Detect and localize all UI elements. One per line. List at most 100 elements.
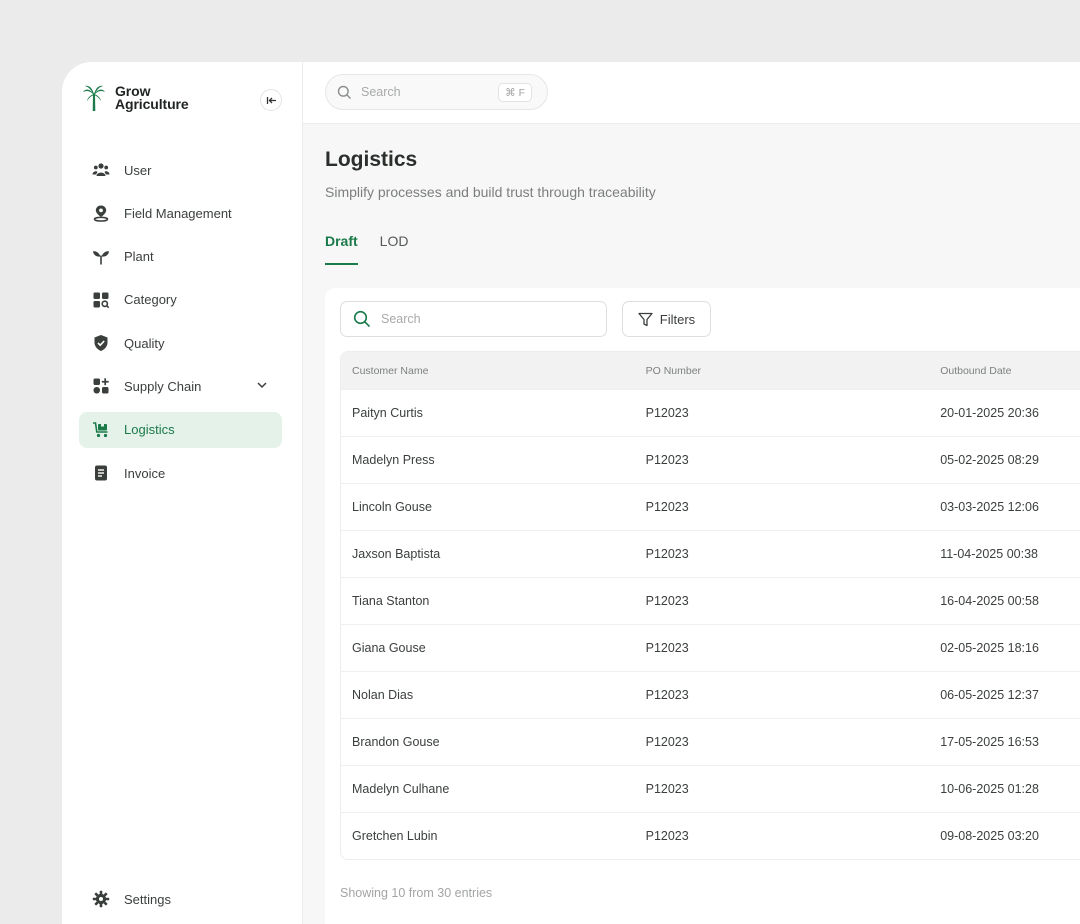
document-icon: [92, 464, 110, 482]
cell-outbound-date: 05-02-2025 08:29: [940, 453, 1039, 467]
cell-customer-name: Paityn Curtis: [352, 406, 423, 420]
table-header: Customer Name PO Number Outbound Date: [341, 352, 1080, 389]
sidebar-item-supply-chain[interactable]: Supply Chain: [79, 368, 282, 404]
gear-icon: [92, 890, 110, 908]
sprout-icon: [92, 248, 110, 266]
brand[interactable]: Grow Agriculture: [82, 84, 189, 112]
sidebar-item-label: Invoice: [124, 465, 166, 481]
collapse-sidebar-button[interactable]: [260, 89, 282, 111]
sidebar-item-invoice[interactable]: Invoice: [79, 455, 282, 491]
sidebar-item-plant[interactable]: Plant: [79, 239, 282, 275]
sidebar-item-user[interactable]: User: [79, 152, 282, 188]
cell-customer-name: Madelyn Culhane: [352, 782, 450, 796]
table-row[interactable]: Lincoln Gouse P12023 03-03-2025 12:06: [341, 483, 1080, 530]
cell-customer-name: Jaxson Baptista: [352, 547, 441, 561]
cell-customer-name: Tiana Stanton: [352, 594, 430, 608]
filters-button[interactable]: Filters: [622, 301, 711, 337]
table-row[interactable]: Gretchen Lubin P12023 09-08-2025 03:20: [341, 812, 1080, 859]
cell-outbound-date: 09-08-2025 03:20: [940, 829, 1039, 843]
search-icon: [353, 310, 371, 328]
cell-po-number: P12023: [645, 782, 689, 796]
category-grid-icon: [92, 291, 110, 309]
cell-customer-name: Lincoln Gouse: [352, 500, 432, 514]
sidebar-item-logistics[interactable]: Logistics: [79, 411, 282, 448]
filter-funnel-icon: [638, 312, 653, 327]
cell-po-number: P12023: [645, 594, 689, 608]
column-header-customer-name[interactable]: Customer Name: [341, 365, 636, 377]
table-row[interactable]: Jaxson Baptista P12023 11-04-2025 00:38: [341, 530, 1080, 577]
table-search-input[interactable]: Search: [340, 301, 607, 337]
column-header-po-number[interactable]: PO Number: [636, 365, 931, 377]
cell-po-number: P12023: [645, 453, 689, 467]
shield-check-icon: [92, 334, 110, 352]
entries-count-text: Showing 10 from 30 entries: [340, 886, 493, 900]
palm-tree-logo-icon: [83, 85, 105, 111]
table-row[interactable]: Madelyn Culhane P12023 10-06-2025 01:28: [341, 765, 1080, 812]
cell-po-number: P12023: [645, 735, 689, 749]
column-header-outbound-date[interactable]: Outbound Date: [930, 365, 1080, 377]
cell-outbound-date: 17-05-2025 16:53: [940, 735, 1039, 749]
search-shortcut-badge: ⌘ F: [498, 83, 532, 102]
cell-outbound-date: 10-06-2025 01:28: [940, 782, 1039, 796]
table-row[interactable]: Brandon Gouse P12023 17-05-2025 16:53: [341, 718, 1080, 765]
cell-customer-name: Gretchen Lubin: [352, 829, 438, 843]
brand-name-line2: Agriculture: [115, 96, 189, 112]
sidebar: Grow Agriculture User Field Management P…: [62, 62, 303, 924]
users-icon: [92, 161, 110, 179]
app-window: Grow Agriculture User Field Management P…: [62, 62, 1080, 924]
cell-po-number: P12023: [645, 829, 689, 843]
cart-icon: [92, 421, 110, 439]
cell-customer-name: Madelyn Press: [352, 453, 435, 467]
cell-outbound-date: 16-04-2025 00:58: [940, 594, 1039, 608]
table-row[interactable]: Paityn Curtis P12023 20-01-2025 20:36: [341, 389, 1080, 436]
tab-bar: Draft LOD: [325, 233, 430, 265]
cell-po-number: P12023: [645, 547, 689, 561]
cell-outbound-date: 20-01-2025 20:36: [940, 406, 1039, 420]
cell-outbound-date: 03-03-2025 12:06: [940, 500, 1039, 514]
cell-customer-name: Giana Gouse: [352, 641, 426, 655]
sidebar-item-label: Logistics: [124, 422, 175, 438]
page-title: Logistics: [325, 148, 418, 171]
sidebar-nav: User Field Management Plant Category Qua…: [79, 152, 282, 498]
logistics-table: Customer Name PO Number Outbound Date Pa…: [340, 351, 1080, 860]
cell-po-number: P12023: [645, 641, 689, 655]
search-icon: [337, 85, 351, 99]
table-row[interactable]: Tiana Stanton P12023 16-04-2025 00:58: [341, 577, 1080, 624]
table-row[interactable]: Giana Gouse P12023 02-05-2025 18:16: [341, 624, 1080, 671]
sidebar-item-quality[interactable]: Quality: [79, 325, 282, 361]
collapse-left-icon: [266, 96, 276, 104]
tab-lod[interactable]: LOD: [380, 233, 409, 265]
main-content: Search ⌘ F Logistics Simplify processes …: [303, 62, 1080, 924]
page-subtitle: Simplify processes and build trust throu…: [325, 184, 656, 200]
table-search-placeholder: Search: [381, 312, 421, 326]
table-row[interactable]: Nolan Dias P12023 06-05-2025 12:37: [341, 671, 1080, 718]
sidebar-item-label: Quality: [124, 335, 165, 351]
cell-po-number: P12023: [645, 500, 689, 514]
sidebar-item-category[interactable]: Category: [79, 282, 282, 318]
cell-customer-name: Brandon Gouse: [352, 735, 440, 749]
map-pin-icon: [92, 204, 110, 223]
cell-po-number: P12023: [645, 406, 689, 420]
apps-add-icon: [92, 377, 110, 395]
topbar: Search ⌘ F: [303, 62, 1080, 124]
sidebar-item-label: User: [124, 162, 152, 178]
sidebar-item-field-management[interactable]: Field Management: [79, 195, 282, 231]
cell-po-number: P12023: [645, 688, 689, 702]
sidebar-item-label: Supply Chain: [124, 378, 202, 394]
cell-outbound-date: 11-04-2025 00:38: [940, 547, 1038, 561]
filters-label: Filters: [659, 311, 696, 327]
table-row[interactable]: Madelyn Press P12023 05-02-2025 08:29: [341, 436, 1080, 483]
global-search-input[interactable]: Search ⌘ F: [325, 74, 548, 110]
global-search-placeholder: Search: [361, 85, 401, 99]
cell-outbound-date: 02-05-2025 18:16: [940, 641, 1039, 655]
cell-outbound-date: 06-05-2025 12:37: [940, 688, 1039, 702]
sidebar-item-settings[interactable]: Settings: [79, 881, 282, 917]
sidebar-item-label: Field Management: [124, 205, 232, 221]
tab-draft[interactable]: Draft: [325, 233, 358, 265]
cell-customer-name: Nolan Dias: [352, 688, 414, 702]
settings-label: Settings: [124, 891, 171, 907]
table-card: Search Filters Customer Name PO Number O…: [325, 288, 1080, 924]
chevron-down-icon[interactable]: [256, 379, 268, 394]
sidebar-item-label: Plant: [124, 249, 154, 265]
sidebar-item-label: Category: [124, 292, 177, 308]
